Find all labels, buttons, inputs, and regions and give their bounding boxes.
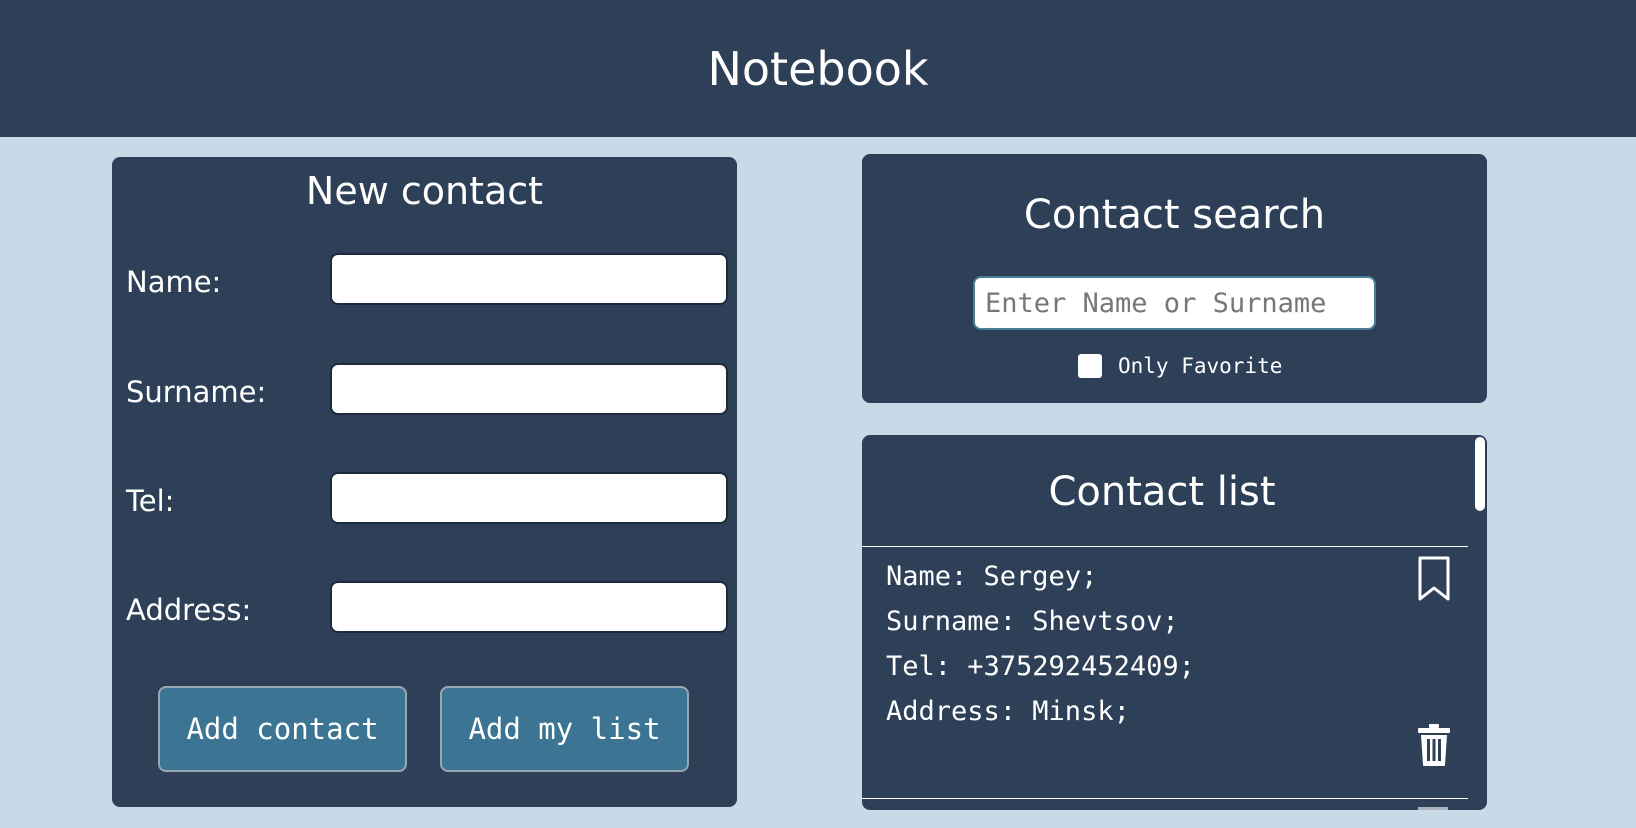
contact-surname: Surname: Shevtsov; (886, 606, 1179, 637)
contact-list-title: Contact list (1048, 469, 1276, 515)
contact-search-panel: Contact search Only Favorite (862, 154, 1487, 403)
contact-search-title: Contact search (1023, 192, 1326, 238)
only-favorite-label: Only Favorite (1118, 354, 1283, 378)
address-label: Address: (126, 593, 252, 627)
surname-input[interactable] (330, 363, 728, 415)
trash-icon[interactable] (1416, 723, 1452, 771)
list-divider (862, 546, 1468, 547)
name-input[interactable] (330, 253, 728, 305)
add-my-list-button[interactable]: Add my list (440, 686, 689, 772)
tel-label: Tel: (126, 484, 175, 518)
tel-input[interactable] (330, 472, 728, 524)
only-favorite-row: Only Favorite (1078, 354, 1282, 378)
contact-list-panel: Contact list Name: Sergey; Surname: Shev… (862, 435, 1487, 810)
tel-row: Tel: (126, 472, 728, 528)
name-row: Name: (126, 253, 728, 309)
list-divider (862, 798, 1468, 799)
name-label: Name: (126, 265, 222, 299)
contact-address: Address: Minsk; (886, 696, 1130, 727)
scrollbar-thumb[interactable] (1475, 437, 1485, 511)
new-contact-title: New contact (305, 169, 544, 213)
only-favorite-checkbox[interactable] (1078, 354, 1102, 378)
add-contact-button[interactable]: Add contact (158, 686, 407, 772)
app-title: Notebook (707, 41, 929, 96)
address-row: Address: (126, 581, 728, 637)
address-input[interactable] (330, 581, 728, 633)
surname-row: Surname: (126, 363, 728, 419)
next-bookmark-icon (1418, 807, 1448, 810)
app-header: Notebook (0, 0, 1636, 137)
new-contact-panel: New contact Name: Surname: Tel: Address:… (112, 157, 737, 807)
contact-item: Name: Sergey; Surname: Shevtsov; Tel: +3… (886, 554, 1446, 734)
search-input[interactable] (973, 276, 1376, 330)
contact-tel: Tel: +375292452409; (886, 651, 1195, 682)
bookmark-icon[interactable] (1416, 555, 1452, 607)
surname-label: Surname: (126, 375, 267, 409)
contact-name: Name: Sergey; (886, 561, 1098, 592)
